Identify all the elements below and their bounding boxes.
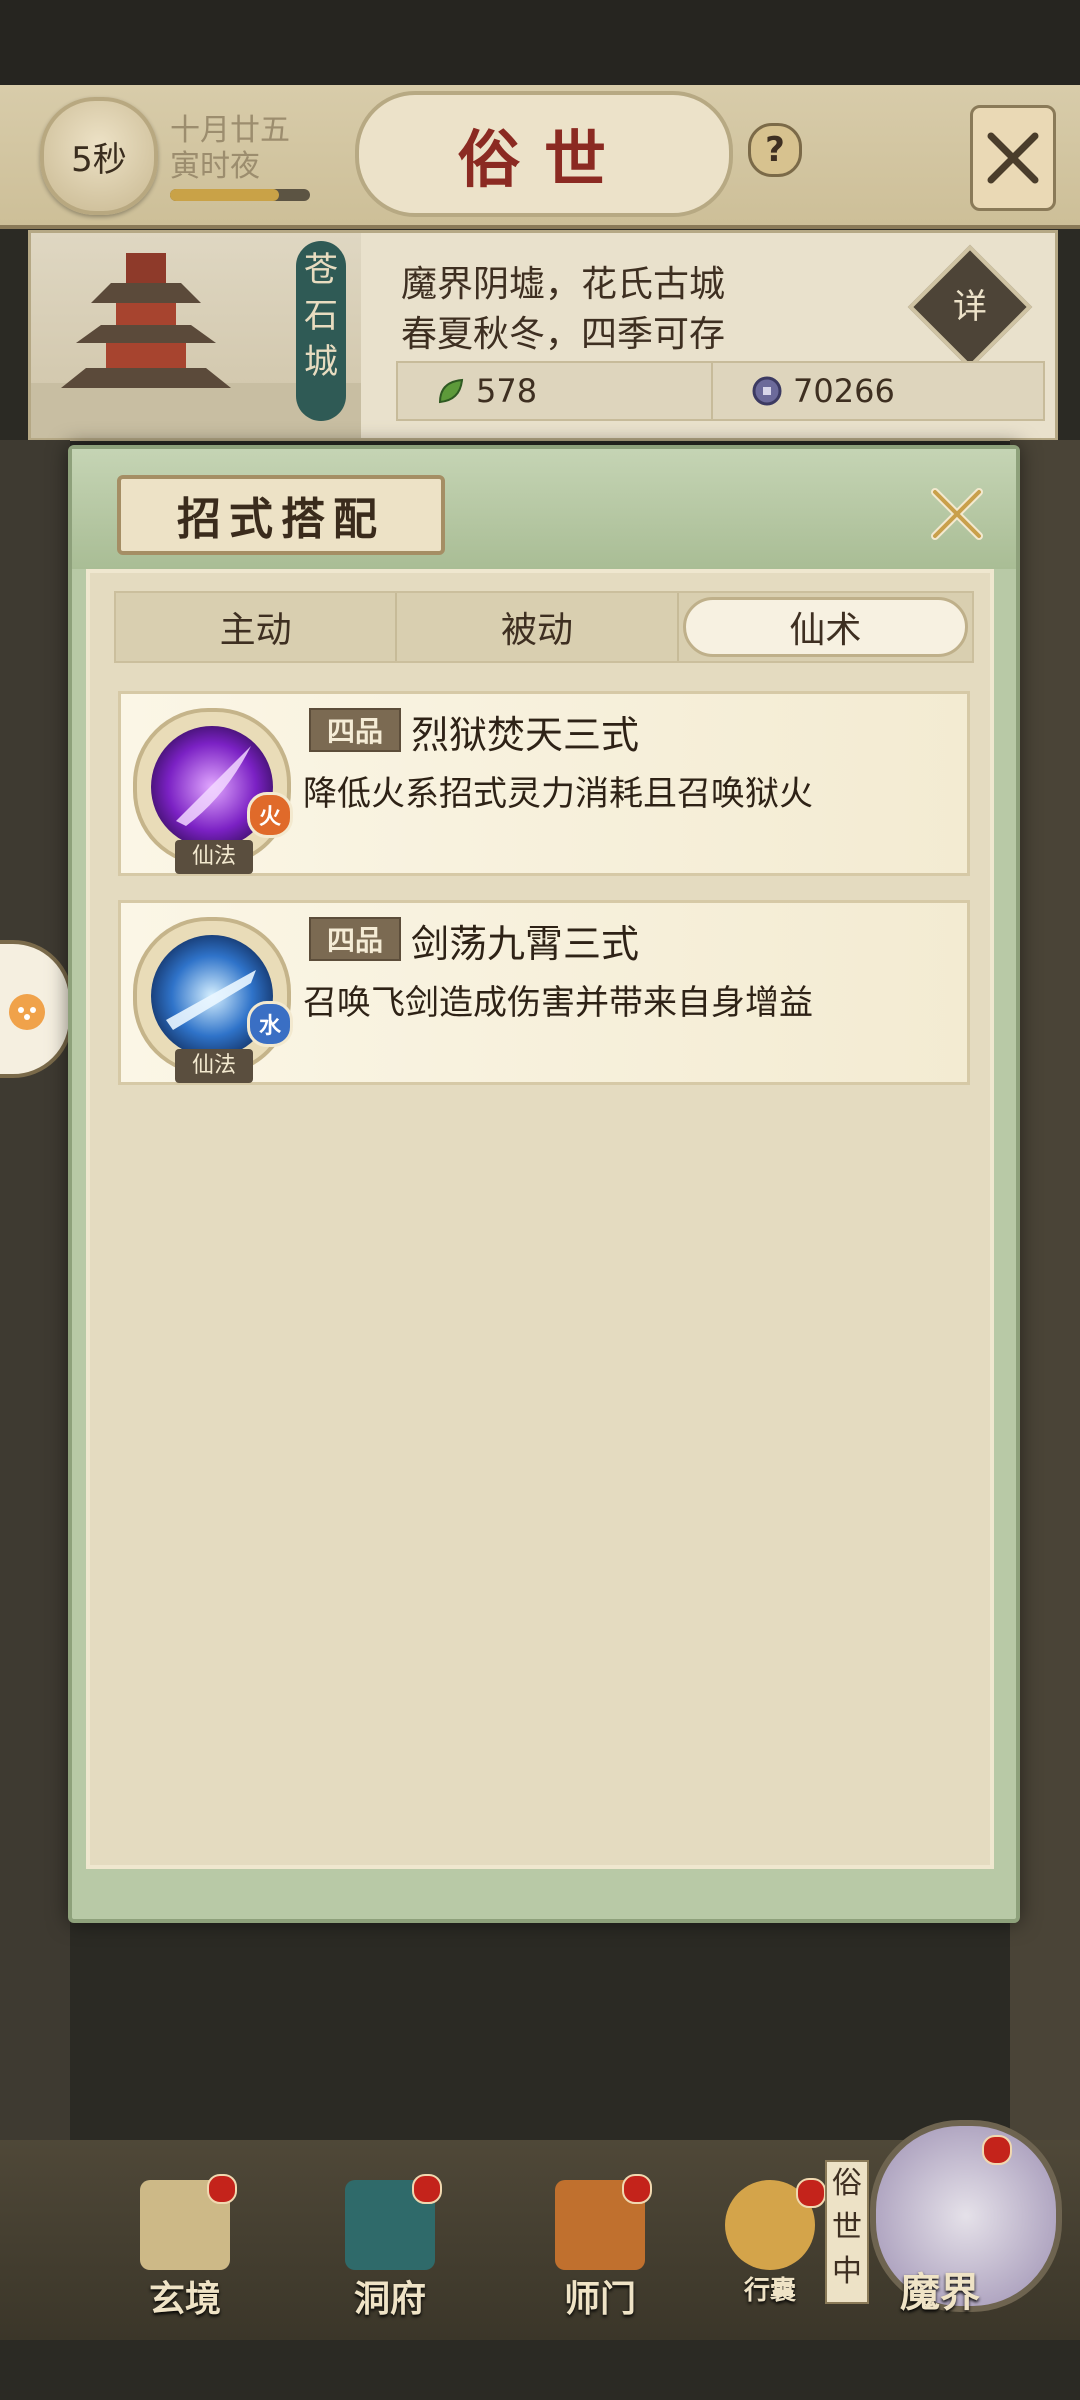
notification-dot <box>207 2174 237 2204</box>
resource-jade-value: 578 <box>476 372 538 410</box>
detail-label: 详 <box>953 287 987 327</box>
skill-description: 召唤飞剑造成伤害并带来自身增益 <box>303 983 813 1023</box>
nav-label: 魔界 <box>900 2269 980 2316</box>
modal-body: 主动 被动 仙术 火 仙法 四品 烈狱焚天三式 降低火系招式灵力消耗且召唤狱火 <box>86 569 994 1869</box>
skill-tabs: 主动 被动 仙术 <box>114 591 974 663</box>
tab-passive-skills[interactable]: 被动 <box>397 593 679 661</box>
resource-coin-value: 70266 <box>793 372 895 410</box>
background-left <box>0 440 70 2140</box>
skill-card[interactable]: 火 仙法 四品 烈狱焚天三式 降低火系招式灵力消耗且召唤狱火 <box>118 691 970 876</box>
nav-shimen[interactable]: 师门 <box>530 2174 670 2320</box>
modal-title: 招式搭配 <box>117 475 445 555</box>
nav-xingnang[interactable]: 行囊 <box>700 2178 840 2320</box>
nav-xuanjing[interactable]: 玄境 <box>115 2174 255 2320</box>
jade-leaf-icon <box>438 378 464 404</box>
notification-dot <box>796 2178 826 2208</box>
notification-dot <box>622 2174 652 2204</box>
time-progress-fill <box>170 189 280 201</box>
page-title: 俗世 <box>355 91 733 217</box>
skill-type-label: 仙法 <box>175 1049 253 1083</box>
background-right <box>1010 440 1080 2140</box>
nav-dongfu[interactable]: 洞府 <box>320 2174 460 2320</box>
top-header: 5秒 十月廿五 寅时夜 俗世 ? <box>0 85 1080 229</box>
nav-label: 行囊 <box>743 2276 796 2306</box>
skill-loadout-modal: 招式搭配 主动 被动 仙术 火 仙法 四品 烈狱焚天三式 降低火系招式灵力消耗且… <box>68 445 1020 1923</box>
city-info-bar: 苍石城 魔界阴墟，花氏古城 春夏秋冬，四季可存 详 578 70266 <box>28 230 1058 441</box>
element-badge: 火 <box>247 792 293 838</box>
skill-name: 剑荡九霄三式 <box>411 922 640 966</box>
skill-name: 烈狱焚天三式 <box>411 713 640 757</box>
resource-jade: 578 <box>396 361 730 421</box>
skill-icon-frame: 火 仙法 <box>133 708 293 874</box>
current-realm-tag: 俗世中 <box>825 2160 869 2304</box>
nav-label: 玄境 <box>148 2278 221 2320</box>
nav-label: 师门 <box>563 2278 636 2320</box>
skill-card[interactable]: 水 仙法 四品 剑荡九霄三式 召唤飞剑造成伤害并带来自身增益 <box>118 900 970 1085</box>
bottom-navigation: 玄境 洞府 师门 行囊 俗世中 魔界 <box>0 2120 1080 2340</box>
detail-button[interactable]: 详 <box>907 244 1033 370</box>
coin-icon <box>752 376 782 406</box>
nav-label: 洞府 <box>353 2278 426 2320</box>
gift-bag-icon <box>8 994 45 1030</box>
skill-grade-badge: 四品 <box>309 708 401 752</box>
close-icon <box>931 488 983 540</box>
notification-dot <box>982 2135 1012 2165</box>
skill-grade-badge: 四品 <box>309 917 401 961</box>
city-description-2: 春夏秋冬，四季可存 <box>401 314 726 355</box>
close-icon <box>987 132 1039 184</box>
skill-description: 降低火系招式灵力消耗且召唤狱火 <box>303 774 813 814</box>
date-line-2: 寅时夜 <box>170 149 260 184</box>
modal-close-button[interactable] <box>922 479 992 549</box>
element-badge: 水 <box>247 1001 293 1047</box>
help-icon[interactable]: ? <box>748 123 802 177</box>
time-progress-bar <box>170 189 310 201</box>
header-close-button[interactable] <box>970 105 1056 211</box>
timer-badge[interactable]: 5秒 <box>40 97 158 215</box>
tab-active-skills[interactable]: 主动 <box>116 593 398 661</box>
status-strip <box>0 0 1080 85</box>
city-description-1: 魔界阴墟，花氏古城 <box>401 264 726 305</box>
nav-mojie[interactable]: 魔界 <box>870 2135 1012 2400</box>
tab-immortal-arts[interactable]: 仙术 <box>682 597 968 657</box>
skill-icon-frame: 水 仙法 <box>133 917 293 1083</box>
city-name: 苍石城 <box>296 241 346 421</box>
skill-type-label: 仙法 <box>175 840 253 874</box>
resource-coin: 70266 <box>711 361 1045 421</box>
notification-dot <box>412 2174 442 2204</box>
